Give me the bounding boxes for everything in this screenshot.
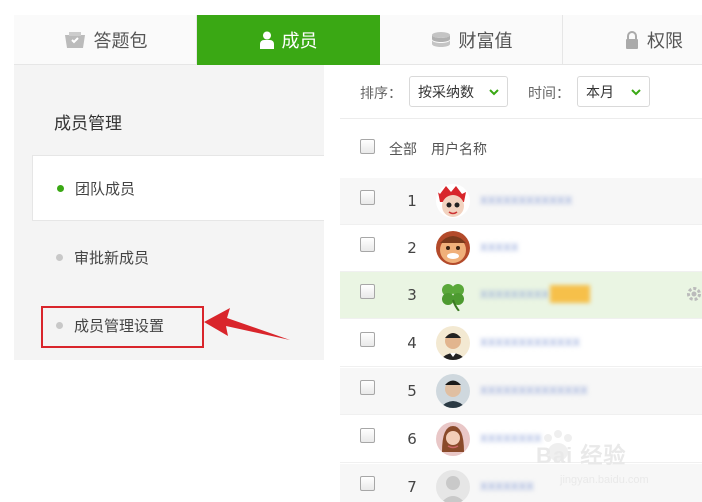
avatar: [436, 422, 470, 456]
member-index: 1: [407, 192, 417, 210]
sort-select-value: 按采纳数: [418, 84, 474, 101]
sort-label: 排序：: [360, 86, 402, 102]
watermark-text: Bai 经验: [536, 443, 627, 468]
member-index: 4: [407, 334, 417, 352]
tab-permissions[interactable]: 权限: [563, 15, 702, 65]
avatar: [436, 374, 470, 408]
chevron-down-icon: [630, 86, 642, 102]
gear-icon[interactable]: [686, 286, 702, 306]
time-label: 时间：: [528, 86, 570, 102]
select-all-checkbox[interactable]: [360, 139, 375, 154]
sort-select[interactable]: 按采纳数: [409, 76, 508, 107]
member-name[interactable]: xxxxxxxxxxxxxx: [480, 383, 588, 398]
chevron-down-icon: [488, 86, 500, 102]
sidebar-title: 成员管理: [54, 114, 122, 134]
member-checkbox[interactable]: [360, 237, 375, 252]
annotation-arrow-icon: [200, 300, 292, 348]
avatar: [436, 278, 470, 312]
member-index: 2: [407, 239, 417, 257]
member-name[interactable]: xxxxxxx: [480, 479, 534, 494]
member-row[interactable]: 1 xxxxxxxxxxxx: [340, 178, 702, 225]
tab-label: 权限: [647, 31, 683, 52]
tab-wealth[interactable]: 财富值: [380, 15, 563, 65]
member-name[interactable]: xxxxxxxxx: [480, 287, 549, 302]
bullet-dot-icon: [56, 253, 63, 261]
avatar: [436, 470, 470, 502]
watermark-subtext: jingyan.baidu.com: [560, 474, 649, 486]
member-list-header: 全部 用户名称: [340, 120, 702, 176]
member-checkbox[interactable]: [360, 476, 375, 491]
member-row[interactable]: 4 xxxxxxxxxxxxx: [340, 320, 702, 367]
avatar: [436, 231, 470, 265]
time-select[interactable]: 本月: [577, 76, 650, 107]
time-select-value: 本月: [586, 84, 614, 101]
top-tab-bar: 答题包 成员 财富值 权限: [14, 15, 702, 71]
sidebar-item-label: 审批新成员: [74, 248, 150, 267]
member-checkbox[interactable]: [360, 380, 375, 395]
member-level-badge: [550, 285, 590, 303]
member-name[interactable]: xxxxxxxxxxxxx: [480, 335, 580, 350]
member-checkbox[interactable]: [360, 284, 375, 299]
tab-label: 成员: [281, 31, 318, 52]
sidebar-item-team-members[interactable]: 团队成员: [32, 155, 324, 221]
sidebar-item-label: 团队成员: [75, 179, 136, 198]
bullet-dot-icon: [57, 184, 64, 192]
member-index: 5: [407, 382, 417, 400]
question-pack-icon: [64, 31, 86, 49]
member-name[interactable]: xxxxx: [480, 240, 518, 255]
coins-icon: [431, 31, 451, 49]
member-checkbox[interactable]: [360, 332, 375, 347]
member-icon: [259, 31, 274, 49]
member-row[interactable]: 2 xxxxx: [340, 225, 702, 272]
username-column-header: 用户名称: [431, 142, 487, 158]
avatar: [436, 326, 470, 360]
member-row[interactable]: 3 xxxxxxxxx: [340, 272, 702, 319]
annotation-highlight-box: [41, 306, 204, 348]
tab-label: 财富值: [458, 31, 513, 52]
member-name[interactable]: xxxxxxxxxxxx: [480, 193, 572, 208]
member-checkbox[interactable]: [360, 190, 375, 205]
member-index: 3: [407, 286, 417, 304]
member-row[interactable]: 5 xxxxxxxxxxxxxx: [340, 368, 702, 415]
tab-label: 答题包: [93, 31, 148, 52]
member-name[interactable]: xxxxxxxx: [480, 431, 542, 446]
filter-toolbar: 排序： 按采纳数 时间： 本月: [340, 65, 702, 119]
member-row[interactable]: 6 xxxxxxxx: [340, 416, 702, 463]
avatar: [436, 184, 470, 218]
select-all-label: 全部: [389, 142, 417, 158]
tab-question-pack[interactable]: 答题包: [14, 15, 197, 65]
lock-icon: [625, 31, 639, 49]
tab-members[interactable]: 成员: [197, 15, 380, 71]
member-checkbox[interactable]: [360, 428, 375, 443]
member-index: 7: [407, 478, 417, 496]
member-index: 6: [407, 430, 417, 448]
sidebar-item-approve-members[interactable]: 审批新成员: [32, 224, 324, 290]
